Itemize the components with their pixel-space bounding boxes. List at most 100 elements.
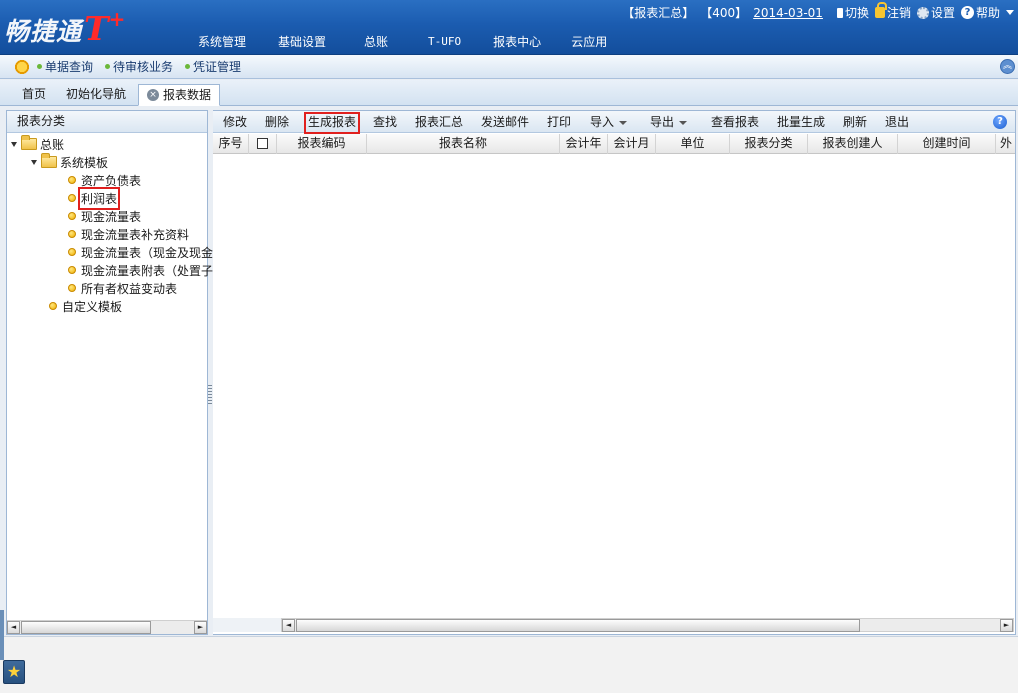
lock-icon [874,2,887,18]
left-edge-handle[interactable] [0,610,4,660]
logout-label: 注销 [886,6,911,20]
col-more[interactable]: 外 [996,134,1016,154]
close-icon[interactable]: × [147,89,159,101]
tree-leaf-cash-flow[interactable]: 现金流量表 [68,207,141,225]
main-nav: 系统管理 基础设置 总账 T-UFO 报表中心 云应用 [182,33,623,51]
chevron-down-icon [1006,10,1014,15]
tree-node-label: 自定义模板 [62,299,123,314]
login-date[interactable]: 2014-03-01 [753,6,823,20]
help-icon[interactable]: ? [993,115,1007,129]
panel-title: 报表分类 [7,111,207,133]
edit-button[interactable]: 修改 [223,114,247,132]
scroll-thumb[interactable] [296,619,860,632]
tab-report-data[interactable]: × 报表数据 [138,84,221,106]
tree-leaf-label: 利润表 [77,186,121,210]
batch-generate-button[interactable]: 批量生成 [777,114,825,132]
tree-node-label: 系统模板 [60,155,109,170]
tree-node-general-ledger[interactable]: 总账 [11,135,64,153]
nav-cloud-apps[interactable]: 云应用 [555,33,623,51]
leaf-icon [68,194,76,202]
settings-button[interactable]: 设置 [916,4,955,21]
leaf-icon [68,266,76,274]
exit-button[interactable]: 退出 [885,114,909,132]
collapse-up-icon[interactable]: ︽ [1000,59,1015,74]
col-created-time[interactable]: 创建时间 [898,134,996,154]
tree-leaf-label: 所有者权益变动表 [81,281,178,296]
nav-report-center[interactable]: 报表中心 [479,33,555,51]
export-label: 导出 [650,115,675,129]
tree-leaf-cash-flow-supplement[interactable]: 现金流量表补充资料 [68,225,189,243]
star-icon[interactable]: ★ [3,660,25,684]
col-creator[interactable]: 报表创建人 [808,134,898,154]
scroll-right-button[interactable]: ► [194,621,207,634]
bullet-icon [37,64,42,69]
leaf-icon [68,212,76,220]
report-summary-button[interactable]: 报表汇总 [415,114,463,132]
help-icon: ? [960,6,974,19]
switch-label: 切换 [844,6,869,20]
send-mail-button[interactable]: 发送邮件 [481,114,529,132]
tree-leaf-equity-changes[interactable]: 所有者权益变动表 [68,279,177,297]
tree-leaf-cash-flow-attached[interactable]: 现金流量表附表（处置子 [68,261,213,279]
tree-node-label: 总账 [40,137,65,152]
report-data-panel: 修改 删除 生成报表 查找 报表汇总 发送邮件 打印 导入 导出 查看报表 批量… [213,110,1016,635]
select-all-checkbox[interactable] [257,138,268,149]
col-seq[interactable]: 序号 [213,134,249,154]
print-button[interactable]: 打印 [547,114,571,132]
chevron-down-icon [619,120,628,125]
import-button[interactable]: 导入 [590,114,628,132]
import-label: 导入 [590,115,615,129]
tree-node-custom-templates[interactable]: 自定义模板 [49,297,122,315]
tab-init-nav[interactable]: 初始化导航 [58,84,134,106]
export-button[interactable]: 导出 [650,114,688,132]
nav-basic-settings[interactable]: 基础设置 [262,33,342,51]
header-info: 【报表汇总】 【400】 2014-03-01 切换 注销 设置 ? 帮助 [622,2,1014,21]
tree-leaf-label: 现金流量表补充资料 [81,227,190,242]
nav-t-ufo[interactable]: T-UFO [410,33,479,51]
scroll-right-button[interactable]: ► [1000,619,1013,632]
tree-leaf-income-statement[interactable]: 利润表 [68,186,121,210]
scroll-left-button[interactable]: ◄ [282,619,295,632]
tree-leaf-cash-flow-cash-equiv[interactable]: 现金流量表（现金及现金 [68,243,213,261]
nav-general-ledger[interactable]: 总账 [342,33,410,51]
col-fiscal-month[interactable]: 会计月 [608,134,656,154]
nav-system-admin[interactable]: 系统管理 [182,33,262,51]
tree-node-system-templates[interactable]: 系统模板 [31,153,108,171]
help-label: 帮助 [975,6,1000,20]
switch-icon [836,7,843,18]
expand-icon[interactable] [11,141,17,147]
leaf-icon [68,230,76,238]
logo-brand: T [84,9,109,48]
view-report-button[interactable]: 查看报表 [711,114,759,132]
folder-icon [41,153,57,168]
chevron-down-icon [679,120,688,125]
col-report-name[interactable]: 报表名称 [367,134,560,154]
col-select-all[interactable] [249,134,277,154]
grid-horizontal-scrollbar[interactable]: ◄ ► [281,618,1014,632]
tab-home[interactable]: 首页 [14,84,54,106]
panel-splitter-handle[interactable] [208,385,212,405]
refresh-button[interactable]: 刷新 [843,114,867,132]
grid-scroll-frozen-area [213,618,281,632]
help-button[interactable]: ? 帮助 [960,4,1014,21]
scroll-thumb[interactable] [21,621,151,634]
switch-button[interactable]: 切换 [836,4,869,21]
find-button[interactable]: 查找 [373,114,397,132]
quick-item-pending-review[interactable]: 待审核业务 [105,58,173,75]
folder-icon [21,135,37,150]
tree-leaf-balance-sheet[interactable]: 资产负债表 [68,171,141,189]
delete-button[interactable]: 删除 [265,114,289,132]
tree-leaf-label: 现金流量表（现金及现金 [81,245,214,260]
generate-report-button[interactable]: 生成报表 [303,112,361,134]
col-report-code[interactable]: 报表编码 [277,134,367,154]
left-horizontal-scrollbar[interactable]: ◄ ► [7,620,207,634]
quick-item-document-query[interactable]: 单据查询 [37,58,93,75]
scroll-left-button[interactable]: ◄ [7,621,20,634]
quick-item-voucher-mgmt[interactable]: 凭证管理 [185,58,241,75]
report-category-panel: 报表分类 总账 系统模板 资产负债表 利润表 现金流量表 现金流量表补充资料 现… [6,110,213,635]
col-report-category[interactable]: 报表分类 [730,134,808,154]
expand-icon[interactable] [31,159,37,165]
col-fiscal-year[interactable]: 会计年 [560,134,608,154]
logout-button[interactable]: 注销 [874,2,911,21]
col-unit[interactable]: 单位 [656,134,730,154]
